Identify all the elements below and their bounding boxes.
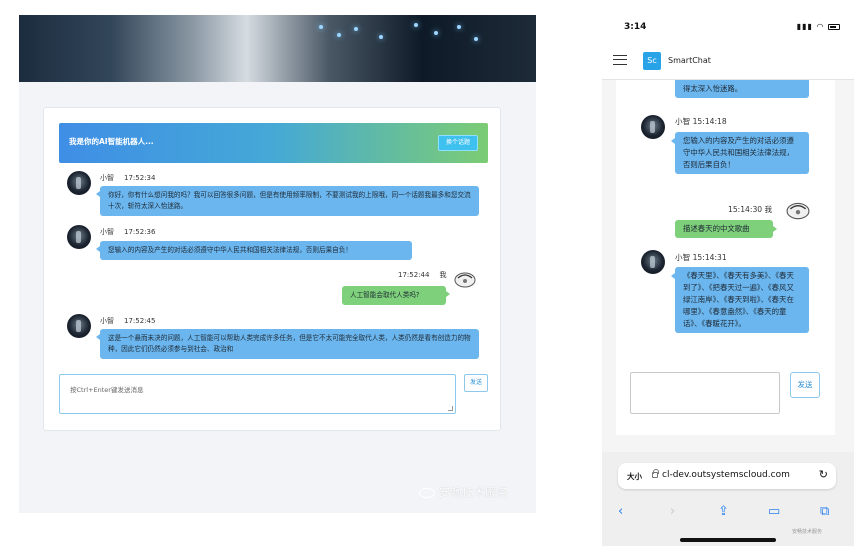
wifi-icon: ◠ [816, 22, 825, 31]
message-time: 17:52:36 [124, 228, 156, 236]
user-avatar [786, 202, 810, 220]
bot-message-bubble: 您输入的内容及产生的对话必须遵守中华人民共和国相关法律法规，否则后果自负！ [96, 241, 412, 260]
url-bar[interactable]: 大小 cl-dev.outsystemscloud.com ↻ [618, 463, 836, 489]
change-topic-button[interactable]: 换个话题 [438, 135, 478, 151]
chat-window: 我是你的AI智能机器人... 换个话题 小智 17:52:34 你好，你有什么想问… [43, 107, 501, 431]
wechat-icon [419, 488, 435, 498]
message-time: 17:52:44 [398, 271, 430, 279]
tabs-icon[interactable]: ⧉ [820, 504, 829, 519]
share-icon[interactable]: ⇪ [718, 504, 729, 519]
status-time: 3:14 [624, 22, 647, 32]
user-message-bubble: 人工智能会取代人类吗? [342, 286, 450, 305]
message-meta: 小智 15:14:18 [675, 117, 727, 126]
send-button[interactable]: 发送 [464, 374, 488, 392]
bot-message-bubble: 你好，你有什么想问我的吗？我可以回答很多问题，但是有使用频率限制，不要测试我的上… [96, 186, 479, 216]
app-name: SmartChat [668, 56, 711, 65]
chat-window: 得太深入怡迷路。 小智 15:14:18 您输入的内容及产生的对话必须遵守中华人… [616, 80, 835, 435]
bot-avatar [67, 171, 91, 195]
mobile-view: 3:14 ▮▮▮ ◠ Sc SmartChat 得太深入怡迷路。 小智 15:1… [602, 12, 854, 546]
back-icon[interactable]: ‹ [618, 504, 623, 519]
lock-icon [652, 469, 659, 478]
bot-message-bubble: 得太深入怡迷路。 [675, 80, 809, 98]
user-message-bubble: 描述春天的中文歌曲 [675, 220, 777, 238]
input-placeholder: 按Ctrl+Enter键发送消息 [70, 386, 144, 394]
sender-name: 我 [439, 271, 447, 279]
sender-name: 小智 [100, 317, 114, 325]
signal-icon: ▮▮▮ [796, 22, 813, 31]
app-logo: Sc [643, 52, 661, 70]
browser-nav: ‹ › ⇪ ▭ ⧉ [602, 504, 854, 526]
send-button[interactable]: 发送 [790, 372, 820, 398]
reload-icon[interactable]: ↻ [819, 468, 828, 481]
message-time: 17:52:45 [124, 317, 156, 325]
message-meta: 17:52:44 我 [398, 270, 446, 280]
forward-icon[interactable]: › [670, 504, 675, 519]
bot-message-bubble: 这是一个悬而未决的问题，人工智能可以帮助人类完成许多任务，但是它不太可能完全取代… [96, 329, 479, 359]
text-size-button[interactable]: 大小 [627, 471, 642, 482]
menu-icon[interactable] [613, 55, 627, 65]
message-input[interactable] [630, 372, 780, 414]
watermark: 安畅技术服务 [419, 484, 508, 500]
message-meta: 15:14:30 我 [728, 205, 773, 214]
app-bar: Sc SmartChat [602, 40, 854, 80]
sender-name: 小智 [100, 228, 114, 236]
home-indicator [680, 538, 776, 542]
bookmarks-icon[interactable]: ▭ [768, 504, 780, 519]
status-bar: 3:14 ▮▮▮ ◠ [602, 12, 854, 40]
chat-header-title: 我是你的AI智能机器人... [69, 137, 154, 146]
message-meta: 小智 15:14:31 [675, 253, 727, 262]
screenshot-root: 我是你的AI智能机器人... 换个话题 小智 17:52:34 你好，你有什么想问… [0, 0, 857, 554]
message-meta: 小智 17:52:36 [100, 227, 155, 237]
bot-avatar [641, 115, 665, 139]
browser-toolbar: 大小 cl-dev.outsystemscloud.com ↻ ‹ › ⇪ ▭ … [602, 452, 854, 546]
watermark-text: 安畅技术服务 [439, 486, 508, 499]
message-meta: 小智 17:52:45 [100, 316, 155, 326]
bot-avatar [67, 314, 91, 338]
sender-name: 小智 [100, 174, 114, 182]
resize-handle-icon[interactable] [448, 406, 453, 411]
bot-avatar [67, 225, 91, 249]
user-avatar [454, 272, 476, 288]
bot-message-bubble: 《春天里》、《春天有多美》、《春天到了》、《把春天过一遍》、《春风又绿江南岸》、… [671, 267, 809, 333]
chat-header: 我是你的AI智能机器人... 换个话题 [59, 123, 488, 163]
message-time: 17:52:34 [124, 174, 156, 182]
bot-avatar [641, 250, 665, 274]
status-icons: ▮▮▮ ◠ [797, 22, 840, 31]
bot-message-bubble: 您输入的内容及产生的对话必须遵守中华人民共和国相关法律法规，否则后果自负！ [671, 132, 809, 174]
watermark: 安畅技术服务 [792, 529, 823, 535]
message-input[interactable]: 按Ctrl+Enter键发送消息 [59, 374, 456, 414]
battery-icon [828, 23, 840, 30]
header-banner-image [19, 15, 536, 82]
message-meta: 小智 17:52:34 [100, 173, 155, 183]
url-text: cl-dev.outsystemscloud.com [662, 470, 790, 480]
desktop-view: 我是你的AI智能机器人... 换个话题 小智 17:52:34 你好，你有什么想问… [19, 15, 536, 513]
